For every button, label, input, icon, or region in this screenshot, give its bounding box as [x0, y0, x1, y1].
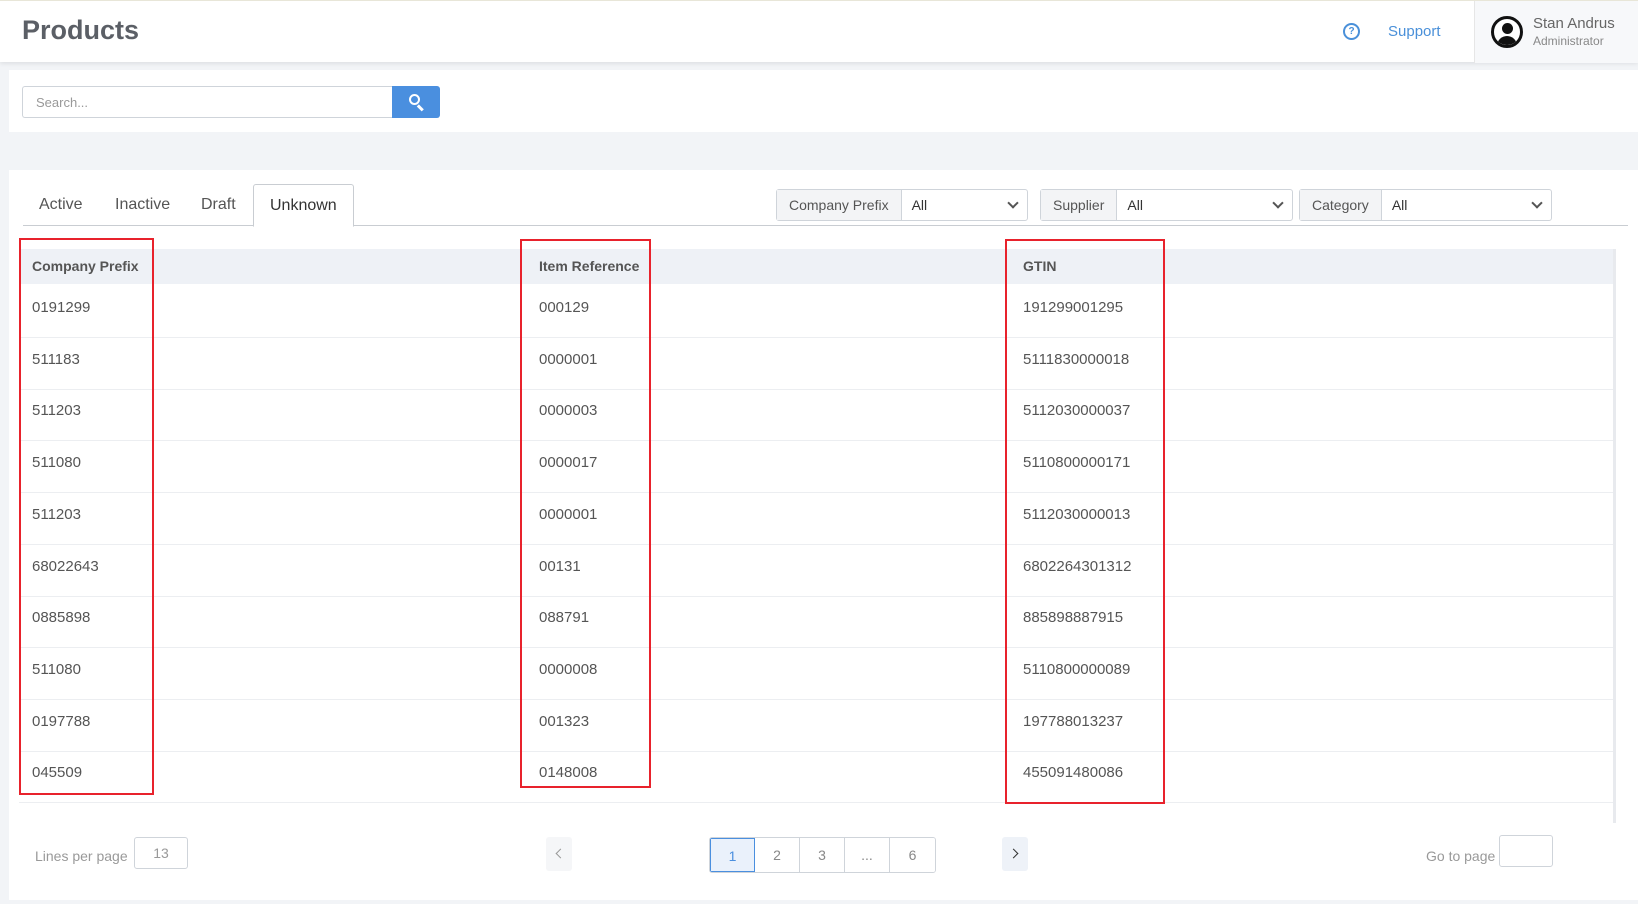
- supplier-select-value: All: [1127, 197, 1143, 213]
- chevron-left-icon: [555, 848, 566, 859]
- gtin-cell: 5110800000089: [1023, 660, 1131, 678]
- table-row[interactable]: 0197788 001323 197788013237: [19, 698, 1613, 752]
- category-filter-label: Category: [1300, 190, 1382, 220]
- lines-per-page-label: Lines per page: [35, 848, 128, 864]
- tab-unknown[interactable]: Unknown: [253, 184, 354, 227]
- supplier-filter: Supplier All: [1040, 189, 1293, 221]
- item-reference-cell: 0000001: [539, 350, 598, 368]
- item-reference-cell: 001323: [539, 712, 590, 730]
- company-prefix-select[interactable]: All: [902, 190, 1027, 220]
- company-prefix-cell: 511080: [32, 660, 81, 678]
- search-input[interactable]: [22, 86, 392, 118]
- table-row[interactable]: 511080 0000017 5110800000171: [19, 439, 1613, 494]
- table-row[interactable]: 511203 0000003 5112030000037: [19, 387, 1613, 442]
- table-header: Company Prefix Item Reference GTIN: [19, 249, 1613, 284]
- company-prefix-cell: 0197788: [32, 712, 91, 730]
- user-menu[interactable]: Stan Andrus Administrator: [1474, 1, 1638, 63]
- table-row[interactable]: 68022643 00131 6802264301312: [19, 543, 1613, 597]
- gtin-cell: 6802264301312: [1023, 557, 1132, 575]
- supplier-filter-label: Supplier: [1041, 190, 1118, 220]
- go-to-page-label: Go to page: [1426, 848, 1496, 864]
- supplier-select[interactable]: All: [1117, 190, 1292, 220]
- gtin-cell: 5112030000037: [1023, 402, 1131, 420]
- table-row[interactable]: 045509 0148008 455091480086: [19, 749, 1613, 804]
- category-select-value: All: [1391, 197, 1408, 213]
- page-ellipsis: ...: [845, 838, 890, 872]
- item-reference-cell: 0148008: [539, 764, 598, 782]
- products-panel: Active Inactive Draft Unknown Company Pr…: [9, 170, 1638, 900]
- support-link[interactable]: Support: [1388, 23, 1441, 40]
- page-button-1[interactable]: 1: [710, 838, 755, 872]
- chevron-down-icon: [1531, 197, 1543, 209]
- category-select[interactable]: All: [1382, 190, 1551, 220]
- gtin-cell: 5110800000171: [1023, 454, 1131, 472]
- company-prefix-cell: 511080: [32, 454, 81, 472]
- help-icon[interactable]: ?: [1343, 23, 1360, 40]
- table-row[interactable]: 0885898 088791 885898887915: [19, 594, 1613, 649]
- company-prefix-cell: 0191299: [32, 299, 91, 316]
- item-reference-cell: 0000008: [539, 660, 598, 678]
- gtin-cell: 885898887915: [1023, 609, 1124, 627]
- pagination: 1 2 3 ... 6: [709, 837, 936, 873]
- next-page-button[interactable]: [1002, 837, 1028, 871]
- company-prefix-cell: 511203: [32, 402, 81, 420]
- page-button-3[interactable]: 3: [800, 838, 845, 872]
- chevron-right-icon: [1008, 848, 1019, 859]
- prev-page-button[interactable]: [546, 837, 572, 871]
- item-reference-cell: 0000017: [539, 454, 598, 472]
- chevron-down-icon: [1272, 197, 1284, 209]
- search-panel: [9, 70, 1638, 132]
- column-header-company-prefix[interactable]: Company Prefix: [32, 249, 139, 284]
- column-header-gtin[interactable]: GTIN: [1023, 249, 1056, 284]
- gtin-cell: 5111830000018: [1023, 350, 1130, 368]
- item-reference-cell: 0000003: [539, 402, 598, 420]
- company-prefix-select-value: All: [911, 197, 928, 213]
- gtin-cell: 191299001295: [1023, 299, 1124, 316]
- table-row[interactable]: 511080 0000008 5110800000089: [19, 646, 1613, 700]
- lines-per-page-input[interactable]: 13: [134, 837, 188, 869]
- company-prefix-cell: 68022643: [32, 557, 99, 575]
- tab-draft[interactable]: Draft: [201, 184, 236, 226]
- gtin-cell: 197788013237: [1023, 712, 1124, 730]
- item-reference-cell: 0000001: [539, 505, 598, 523]
- item-reference-cell: 00131: [539, 557, 581, 575]
- item-reference-cell: 088791: [539, 609, 590, 627]
- company-prefix-cell: 045509: [32, 764, 83, 782]
- table-row[interactable]: 511203 0000001 5112030000013: [19, 491, 1613, 545]
- tab-inactive[interactable]: Inactive: [115, 184, 170, 226]
- company-prefix-filter: Company Prefix All: [776, 189, 1028, 221]
- chevron-down-icon: [1007, 197, 1019, 209]
- page-button-2[interactable]: 2: [755, 838, 800, 872]
- item-reference-cell: 000129: [539, 299, 590, 316]
- company-prefix-cell: 511203: [32, 505, 81, 523]
- go-to-page-input[interactable]: [1499, 835, 1553, 867]
- company-prefix-filter-label: Company Prefix: [777, 190, 902, 220]
- tab-active[interactable]: Active: [39, 184, 83, 226]
- category-filter: Category All: [1299, 189, 1552, 221]
- gtin-cell: 5112030000013: [1023, 505, 1131, 523]
- company-prefix-cell: 511183: [32, 350, 80, 368]
- page-title: Products: [22, 15, 140, 45]
- user-name: Stan Andrus: [1533, 15, 1615, 32]
- top-header: Products ? Support Stan Andrus Administr…: [0, 0, 1638, 63]
- search-button[interactable]: [392, 86, 440, 118]
- company-prefix-cell: 0885898: [32, 609, 91, 627]
- column-header-item-reference[interactable]: Item Reference: [539, 249, 639, 284]
- avatar-icon: [1491, 16, 1523, 48]
- gtin-cell: 455091480086: [1023, 764, 1124, 782]
- table-row[interactable]: 511183 0000001 5111830000018: [19, 336, 1613, 390]
- page-button-6[interactable]: 6: [890, 838, 935, 872]
- table-row[interactable]: 0191299 000129 191299001295: [19, 284, 1613, 338]
- products-table: Company Prefix Item Reference GTIN 01912…: [19, 249, 1616, 823]
- user-role: Administrator: [1533, 34, 1604, 48]
